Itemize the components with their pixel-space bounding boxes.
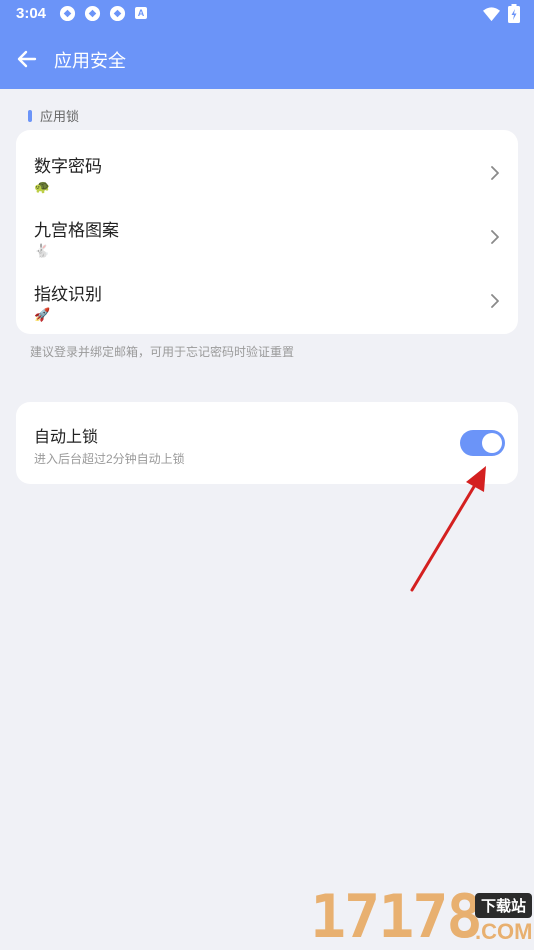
option-label: 九宫格图案 bbox=[34, 221, 119, 240]
status-time: 3:04 bbox=[16, 5, 47, 22]
page-title: 应用安全 bbox=[54, 51, 126, 71]
app-lock-card: 数字密码 🐢 九宫格图案 🐇 指纹识别 🚀 bbox=[16, 130, 518, 334]
chevron-right-icon bbox=[491, 230, 499, 244]
sync-icon bbox=[84, 5, 101, 22]
app-bar: 3:04 A 应用安全 bbox=[0, 0, 534, 89]
option-label: 指纹识别 bbox=[34, 285, 102, 304]
option-label: 数字密码 bbox=[34, 157, 102, 176]
chevron-right-icon bbox=[491, 166, 499, 180]
chevron-right-icon bbox=[491, 294, 499, 308]
rocket-icon: 🚀 bbox=[34, 307, 51, 322]
sync-icon bbox=[109, 5, 126, 22]
battery-charging-icon bbox=[508, 4, 520, 23]
option-row-fingerprint[interactable]: 指纹识别 🚀 bbox=[16, 264, 518, 326]
arrow-left-icon[interactable] bbox=[14, 46, 40, 72]
section-header-app-lock: 应用锁 bbox=[28, 106, 79, 125]
option-row-pattern[interactable]: 九宫格图案 🐇 bbox=[16, 200, 518, 262]
auto-lock-description: 进入后台超过2分钟自动上锁 bbox=[34, 452, 185, 466]
watermark-number: 17178 bbox=[310, 882, 483, 950]
status-bar: 3:04 A bbox=[0, 0, 534, 28]
rabbit-icon: 🐇 bbox=[34, 243, 51, 258]
watermark-domain: .COM bbox=[475, 919, 533, 944]
turtle-icon: 🐢 bbox=[34, 179, 51, 194]
toggle-knob bbox=[482, 433, 502, 453]
section-label: 应用锁 bbox=[40, 109, 80, 124]
option-row-number-password[interactable]: 数字密码 🐢 bbox=[16, 136, 518, 198]
section-accent-bar bbox=[28, 109, 32, 122]
email-binding-hint: 建议登录并绑定邮箱，可用于忘记密码时验证重置 bbox=[30, 345, 295, 359]
wifi-icon bbox=[483, 7, 500, 22]
text-badge-icon: A bbox=[135, 7, 147, 19]
watermark-tag: 下载站 bbox=[475, 893, 533, 918]
auto-lock-label: 自动上锁 bbox=[34, 429, 99, 446]
annotation-arrow bbox=[410, 466, 486, 592]
auto-lock-toggle[interactable] bbox=[460, 430, 505, 456]
sync-icon bbox=[59, 5, 76, 22]
site-watermark: 17178 下载站 .COM bbox=[310, 885, 534, 950]
